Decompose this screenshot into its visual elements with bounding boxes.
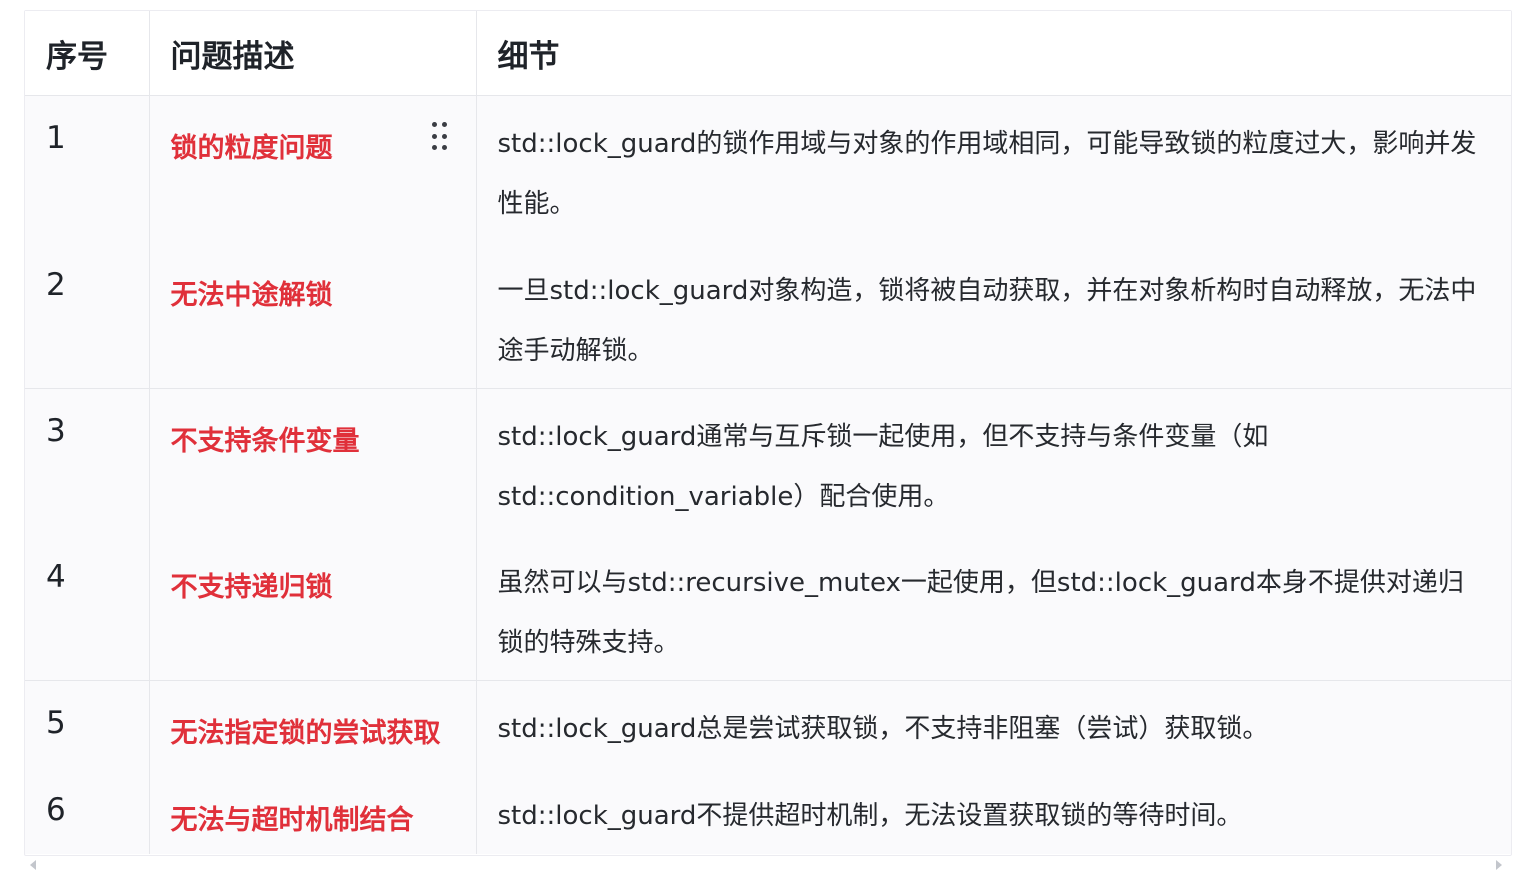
issues-table: 序号 问题描述 细节 1 锁的粒度问题 std::lock_guard的锁作用域…	[25, 11, 1511, 854]
row-detail-text: std::lock_guard不提供超时机制，无法设置获取锁的等待时间。	[497, 800, 1243, 831]
row-detail-text: 虽然可以与std::recursive_mutex一起使用，但std::lock…	[497, 567, 1464, 658]
row-issue-title: 无法中途解锁	[170, 279, 333, 311]
row-index: 6	[46, 791, 66, 828]
row-issue-cell[interactable]: 不支持条件变量	[148, 388, 476, 535]
row-detail-cell: 一旦std::lock_guard对象构造，锁将被自动获取，并在对象析构时自动释…	[475, 242, 1511, 389]
row-index: 4	[46, 558, 66, 595]
row-index-cell: 1	[25, 95, 149, 243]
row-issue-title: 无法指定锁的尝试获取	[170, 718, 441, 749]
row-detail-cell: std::lock_guard通常与互斥锁一起使用，但不支持与条件变量（如std…	[475, 388, 1511, 535]
row-issue-title: 不支持条件变量	[170, 426, 360, 457]
header-index: 序号	[25, 11, 149, 96]
header-detail: 细节	[475, 11, 1511, 96]
row-index: 3	[46, 413, 66, 449]
table-header-row: 序号 问题描述 细节	[25, 11, 1511, 96]
table-row: 2 无法中途解锁 一旦std::lock_guard对象构造，锁将被自动获取，并…	[25, 242, 1511, 389]
row-index-cell: 3	[25, 388, 149, 535]
table-row: 6 无法与超时机制结合 std::lock_guard不提供超时机制，无法设置获…	[25, 767, 1511, 854]
table-row: 3 不支持条件变量 std::lock_guard通常与互斥锁一起使用，但不支持…	[25, 388, 1511, 535]
row-detail-text: std::lock_guard总是尝试获取锁，不支持非阻塞（尝试）获取锁。	[497, 714, 1269, 744]
row-issue-cell[interactable]: 无法与超时机制结合	[148, 767, 476, 854]
row-issue-cell[interactable]: 无法中途解锁	[148, 242, 476, 389]
row-index: 1	[46, 120, 66, 156]
row-index-cell: 5	[25, 680, 149, 768]
row-issue-cell[interactable]: 不支持递归锁	[148, 534, 476, 681]
row-detail-cell: std::lock_guard总是尝试获取锁，不支持非阻塞（尝试）获取锁。	[475, 680, 1511, 768]
row-detail-cell: std::lock_guard不提供超时机制，无法设置获取锁的等待时间。	[475, 767, 1511, 854]
row-detail-cell: std::lock_guard的锁作用域与对象的作用域相同，可能导致锁的粒度过大…	[475, 95, 1511, 243]
row-index: 2	[46, 266, 66, 303]
row-index: 5	[46, 705, 66, 741]
row-detail-text: std::lock_guard通常与互斥锁一起使用，但不支持与条件变量（如std…	[497, 422, 1269, 512]
scroll-left-arrow-icon[interactable]	[30, 860, 36, 870]
row-issue-title: 无法与超时机制结合	[170, 804, 414, 836]
row-detail-cell: 虽然可以与std::recursive_mutex一起使用，但std::lock…	[475, 534, 1511, 681]
row-issue-title: 锁的粒度问题	[170, 133, 333, 164]
row-index-cell: 4	[25, 534, 149, 681]
issues-table-container: 序号 问题描述 细节 1 锁的粒度问题 std::lock_guard的锁作用域…	[24, 10, 1512, 856]
header-issue: 问题描述	[148, 11, 476, 96]
row-issue-cell[interactable]: 无法指定锁的尝试获取	[148, 680, 476, 768]
row-index-cell: 6	[25, 767, 149, 854]
drag-handle-icon[interactable]	[431, 122, 448, 152]
table-row: 5 无法指定锁的尝试获取 std::lock_guard总是尝试获取锁，不支持非…	[25, 680, 1511, 768]
table-row: 1 锁的粒度问题 std::lock_guard的锁作用域与对象的作用域相同，可…	[25, 95, 1511, 243]
scroll-right-arrow-icon[interactable]	[1496, 860, 1502, 870]
row-detail-text: std::lock_guard的锁作用域与对象的作用域相同，可能导致锁的粒度过大…	[497, 129, 1477, 219]
row-index-cell: 2	[25, 242, 149, 389]
table-row: 4 不支持递归锁 虽然可以与std::recursive_mutex一起使用，但…	[25, 534, 1511, 681]
row-issue-title: 不支持递归锁	[170, 571, 333, 603]
row-issue-cell[interactable]: 锁的粒度问题	[148, 95, 476, 243]
row-detail-text: 一旦std::lock_guard对象构造，锁将被自动获取，并在对象析构时自动释…	[497, 275, 1477, 366]
